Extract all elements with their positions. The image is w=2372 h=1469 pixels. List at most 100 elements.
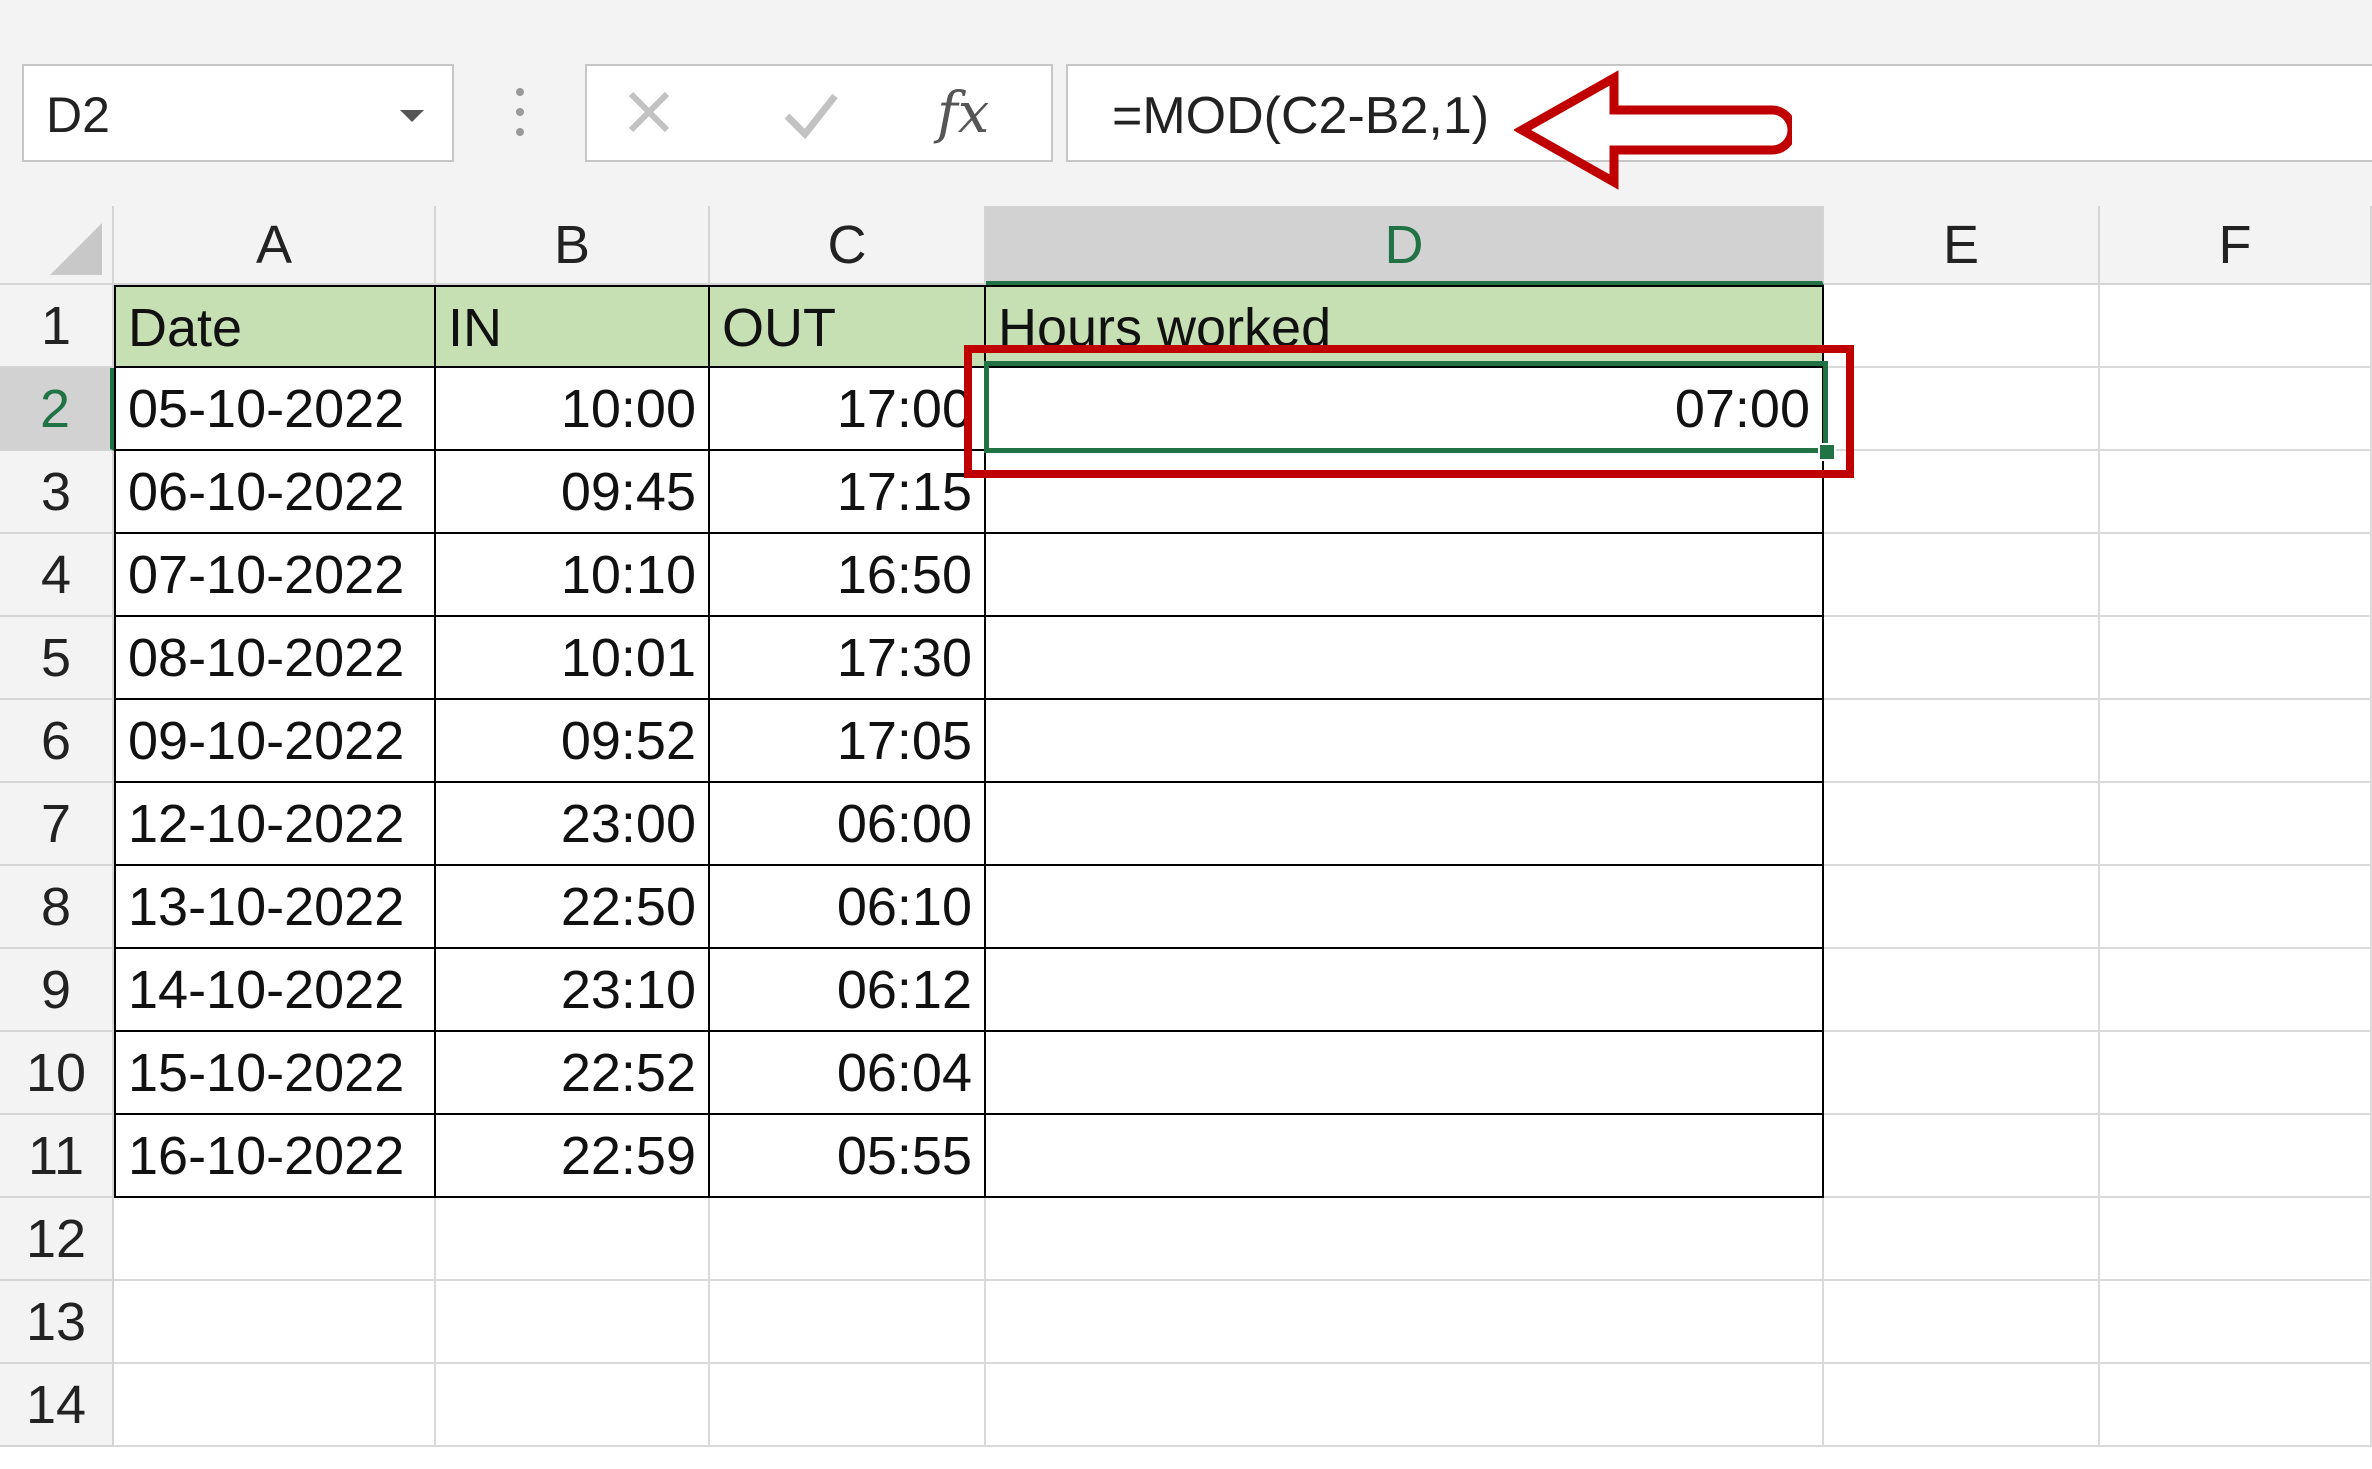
row-header-9[interactable]: 9 <box>0 949 114 1032</box>
cell-d9[interactable] <box>986 949 1824 1032</box>
row-header-12[interactable]: 12 <box>0 1198 114 1281</box>
cell-f1[interactable] <box>2100 285 2372 368</box>
cell-f5[interactable] <box>2100 617 2372 700</box>
column-header-b[interactable]: B <box>436 206 710 285</box>
column-header-a[interactable]: A <box>114 206 436 285</box>
cell-b1[interactable]: IN <box>436 285 710 368</box>
insert-function-button[interactable]: fx <box>917 66 1037 160</box>
fill-handle[interactable] <box>1818 443 1836 461</box>
cell-c3[interactable]: 17:15 <box>710 451 986 534</box>
row-header-13[interactable]: 13 <box>0 1281 114 1364</box>
cell-d7[interactable] <box>986 783 1824 866</box>
cell-d2[interactable]: 07:00 <box>986 368 1824 451</box>
cell-e14[interactable] <box>1824 1364 2100 1447</box>
cell-f9[interactable] <box>2100 949 2372 1032</box>
cell-f4[interactable] <box>2100 534 2372 617</box>
cell-b10[interactable]: 22:52 <box>436 1032 710 1115</box>
cell-b12[interactable] <box>436 1198 710 1281</box>
cell-f12[interactable] <box>2100 1198 2372 1281</box>
cell-f7[interactable] <box>2100 783 2372 866</box>
cell-d5[interactable] <box>986 617 1824 700</box>
cell-d12[interactable] <box>986 1198 1824 1281</box>
cell-d11[interactable] <box>986 1115 1824 1198</box>
column-header-d[interactable]: D <box>986 206 1824 285</box>
row-header-14[interactable]: 14 <box>0 1364 114 1447</box>
cell-b13[interactable] <box>436 1281 710 1364</box>
cell-a9[interactable]: 14-10-2022 <box>114 949 436 1032</box>
cell-b14[interactable] <box>436 1364 710 1447</box>
cell-f14[interactable] <box>2100 1364 2372 1447</box>
cell-a4[interactable]: 07-10-2022 <box>114 534 436 617</box>
column-header-c[interactable]: C <box>710 206 986 285</box>
cell-b5[interactable]: 10:01 <box>436 617 710 700</box>
cell-c11[interactable]: 05:55 <box>710 1115 986 1198</box>
cell-a6[interactable]: 09-10-2022 <box>114 700 436 783</box>
cell-e3[interactable] <box>1824 451 2100 534</box>
cell-d3[interactable] <box>986 451 1824 534</box>
cell-c6[interactable]: 17:05 <box>710 700 986 783</box>
cell-e12[interactable] <box>1824 1198 2100 1281</box>
cell-d14[interactable] <box>986 1364 1824 1447</box>
cell-c13[interactable] <box>710 1281 986 1364</box>
cell-e1[interactable] <box>1824 285 2100 368</box>
cell-c12[interactable] <box>710 1198 986 1281</box>
row-header-6[interactable]: 6 <box>0 700 114 783</box>
cell-a13[interactable] <box>114 1281 436 1364</box>
cell-b11[interactable]: 22:59 <box>436 1115 710 1198</box>
cell-a3[interactable]: 06-10-2022 <box>114 451 436 534</box>
cell-a1[interactable]: Date <box>114 285 436 368</box>
row-header-3[interactable]: 3 <box>0 451 114 534</box>
cell-f10[interactable] <box>2100 1032 2372 1115</box>
row-header-1[interactable]: 1 <box>0 285 114 368</box>
cell-c1[interactable]: OUT <box>710 285 986 368</box>
cell-b9[interactable]: 23:10 <box>436 949 710 1032</box>
cell-a10[interactable]: 15-10-2022 <box>114 1032 436 1115</box>
cell-c5[interactable]: 17:30 <box>710 617 986 700</box>
cell-e8[interactable] <box>1824 866 2100 949</box>
column-header-e[interactable]: E <box>1824 206 2100 285</box>
cell-b3[interactable]: 09:45 <box>436 451 710 534</box>
cell-b4[interactable]: 10:10 <box>436 534 710 617</box>
cell-a11[interactable]: 16-10-2022 <box>114 1115 436 1198</box>
chevron-down-icon[interactable] <box>400 110 424 122</box>
cell-e11[interactable] <box>1824 1115 2100 1198</box>
cell-a14[interactable] <box>114 1364 436 1447</box>
cell-e5[interactable] <box>1824 617 2100 700</box>
cell-c2[interactable]: 17:00 <box>710 368 986 451</box>
cell-a12[interactable] <box>114 1198 436 1281</box>
select-all-button[interactable] <box>0 206 114 285</box>
cell-f13[interactable] <box>2100 1281 2372 1364</box>
cell-d13[interactable] <box>986 1281 1824 1364</box>
cell-a5[interactable]: 08-10-2022 <box>114 617 436 700</box>
cell-b2[interactable]: 10:00 <box>436 368 710 451</box>
column-header-f[interactable]: F <box>2100 206 2372 285</box>
cell-d10[interactable] <box>986 1032 1824 1115</box>
cell-e2[interactable] <box>1824 368 2100 451</box>
cell-e7[interactable] <box>1824 783 2100 866</box>
cell-e6[interactable] <box>1824 700 2100 783</box>
cell-c4[interactable]: 16:50 <box>710 534 986 617</box>
name-box[interactable]: D2 <box>22 64 454 162</box>
row-header-8[interactable]: 8 <box>0 866 114 949</box>
cell-b7[interactable]: 23:00 <box>436 783 710 866</box>
cell-a7[interactable]: 12-10-2022 <box>114 783 436 866</box>
cell-a8[interactable]: 13-10-2022 <box>114 866 436 949</box>
cell-b8[interactable]: 22:50 <box>436 866 710 949</box>
cell-f3[interactable] <box>2100 451 2372 534</box>
cell-e9[interactable] <box>1824 949 2100 1032</box>
cell-d1[interactable]: Hours worked <box>986 285 1824 368</box>
row-header-7[interactable]: 7 <box>0 783 114 866</box>
cell-d4[interactable] <box>986 534 1824 617</box>
cell-c7[interactable]: 06:00 <box>710 783 986 866</box>
cell-e13[interactable] <box>1824 1281 2100 1364</box>
cell-c14[interactable] <box>710 1364 986 1447</box>
cell-c8[interactable]: 06:10 <box>710 866 986 949</box>
grip-icon[interactable] <box>510 88 530 140</box>
cell-f8[interactable] <box>2100 866 2372 949</box>
cell-b6[interactable]: 09:52 <box>436 700 710 783</box>
row-header-2[interactable]: 2 <box>0 368 114 451</box>
row-header-11[interactable]: 11 <box>0 1115 114 1198</box>
row-header-10[interactable]: 10 <box>0 1032 114 1115</box>
cell-d8[interactable] <box>986 866 1824 949</box>
cell-a2[interactable]: 05-10-2022 <box>114 368 436 451</box>
